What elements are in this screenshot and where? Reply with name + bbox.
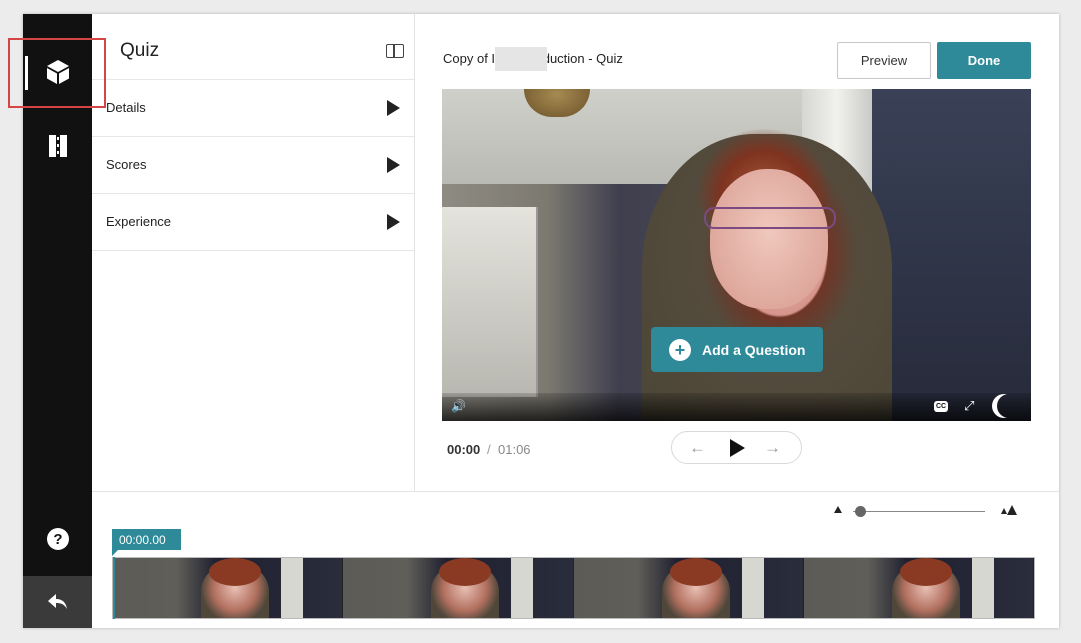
- timeline-filmstrip[interactable]: [112, 557, 1035, 619]
- left-rail: ?: [23, 14, 92, 628]
- quiz-settings-panel: Quiz Details Scores Experience: [92, 14, 415, 491]
- player-logo-icon: [997, 394, 1021, 418]
- expand-arrow-icon: [387, 214, 400, 230]
- help-icon: ?: [46, 528, 69, 550]
- chapters-nav-button[interactable]: [23, 121, 92, 171]
- fullscreen-icon[interactable]: ⤢: [964, 398, 974, 414]
- time-separator: /: [487, 442, 491, 457]
- panel-title: Quiz: [120, 40, 160, 61]
- timeline-divider: [92, 491, 1059, 492]
- video-frame-window: [872, 89, 1031, 421]
- step-back-icon[interactable]: ←: [689, 438, 706, 458]
- timeline-frame: [803, 558, 1034, 618]
- help-button[interactable]: ?: [23, 514, 92, 564]
- redacted-name-block: [495, 47, 547, 71]
- playhead-timecode: 00:00.00: [112, 529, 181, 556]
- volume-icon[interactable]: 🔊: [451, 399, 466, 413]
- play-icon[interactable]: [730, 439, 745, 457]
- timeline-frame: [573, 558, 804, 618]
- chapters-icon: [48, 135, 67, 157]
- back-button[interactable]: [23, 576, 92, 628]
- playback-controls: ← →: [671, 431, 802, 464]
- accordion-scores[interactable]: Scores: [92, 137, 414, 194]
- preview-button[interactable]: Preview: [837, 42, 931, 79]
- video-frame-glasses: [704, 207, 836, 229]
- quiz-nav-button[interactable]: [23, 47, 92, 97]
- plus-icon: +: [669, 338, 691, 361]
- current-time: 00:00: [447, 442, 481, 457]
- step-forward-icon[interactable]: →: [764, 438, 781, 458]
- add-question-label: Add a Question: [702, 341, 806, 358]
- quiz-editor-window: ? Quiz Details Scores Experience Copy of…: [23, 14, 1059, 628]
- done-button[interactable]: Done: [937, 42, 1031, 79]
- layout-toggle-icon[interactable]: [386, 44, 404, 58]
- zoom-slider-track[interactable]: [853, 511, 985, 512]
- timeline-frame: [113, 558, 344, 618]
- cube-icon: [46, 60, 69, 84]
- video-control-bar: 🔊 CC ⤢: [442, 393, 1031, 421]
- back-arrow-icon: [47, 594, 67, 609]
- add-question-button[interactable]: + Add a Question: [651, 327, 823, 372]
- accordion-experience[interactable]: Experience: [92, 194, 414, 251]
- accordion-details[interactable]: Details: [92, 80, 414, 137]
- total-time: 01:06: [498, 442, 531, 457]
- panel-header: Quiz: [92, 14, 414, 80]
- expand-arrow-icon: [387, 100, 400, 116]
- closed-captions-icon[interactable]: CC: [934, 401, 948, 412]
- timeline-frame: [343, 558, 574, 618]
- video-player[interactable]: + Add a Question 🔊 CC ⤢: [442, 89, 1031, 421]
- video-frame-face: [710, 169, 828, 309]
- accordion-label: Scores: [106, 157, 147, 172]
- expand-arrow-icon: [387, 157, 400, 173]
- accordion-label: Details: [106, 100, 146, 115]
- zoom-in-icon[interactable]: [1001, 505, 1023, 515]
- accordion-label: Experience: [106, 214, 172, 229]
- svg-text:?: ?: [53, 531, 62, 548]
- zoom-out-icon[interactable]: [834, 506, 842, 513]
- video-frame-door: [442, 207, 538, 397]
- playhead[interactable]: [113, 557, 115, 619]
- zoom-slider-handle[interactable]: [855, 506, 866, 517]
